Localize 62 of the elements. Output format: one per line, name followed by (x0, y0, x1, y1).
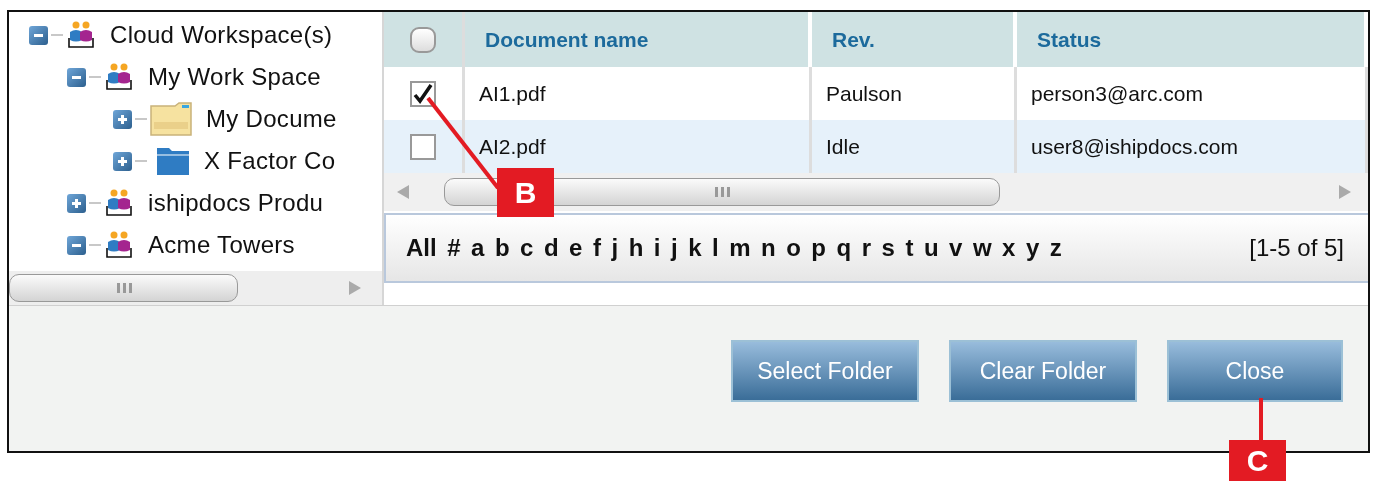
filter-letter-link[interactable]: k (688, 234, 702, 262)
folder-icon (150, 102, 192, 136)
filter-letter-link[interactable]: j (670, 234, 678, 262)
tree-item[interactable]: Cloud Workspace(s) (110, 21, 333, 49)
filter-letter-link[interactable]: x (1002, 234, 1016, 262)
filter-letter-link[interactable]: y (1025, 234, 1040, 262)
row-checkbox[interactable] (410, 80, 436, 107)
expand-icon[interactable] (67, 193, 86, 213)
select-all-checkbox[interactable] (410, 26, 436, 53)
people-icon (104, 230, 134, 260)
collapse-icon[interactable] (67, 67, 86, 87)
row-checkbox[interactable] (410, 133, 436, 160)
filter-letter-link[interactable]: s (881, 234, 895, 262)
filter-letter-link[interactable]: # (447, 234, 461, 262)
filter-letter-link[interactable]: z (1049, 234, 1062, 262)
expand-icon[interactable] (113, 151, 132, 171)
tree-item[interactable]: My Docume (206, 105, 337, 133)
filter-letter-link[interactable]: r (861, 234, 872, 262)
filter-letter-link[interactable]: m (729, 234, 751, 262)
filter-letter-link[interactable]: v (949, 234, 963, 262)
grip-icon (114, 282, 133, 294)
filter-letter-link[interactable]: u (923, 234, 939, 262)
filter-letter-link[interactable]: q (836, 234, 852, 262)
filter-letter-link[interactable]: h (628, 234, 644, 262)
filter-letter-link[interactable]: All (406, 234, 437, 262)
filter-letter-link[interactable]: c (520, 234, 534, 262)
tree-item[interactable]: X Factor Co (204, 147, 336, 175)
filter-letter-link[interactable]: a (471, 234, 485, 262)
table-cell: AI2.pdf (465, 120, 812, 173)
filter-letter-link[interactable]: n (761, 234, 776, 262)
filter-letter-link[interactable]: l (712, 234, 719, 262)
scrollbar-thumb[interactable] (9, 274, 238, 302)
record-count: [1-5 of 5] (1249, 234, 1344, 262)
table-cell: user8@ishipdocs.com (1017, 120, 1368, 173)
filter-letter-link[interactable]: t (905, 234, 914, 262)
collapse-icon[interactable] (67, 235, 86, 255)
tree-item[interactable]: My Work Space (148, 63, 321, 91)
filter-letter-link[interactable]: o (786, 234, 801, 262)
scrollbar-thumb[interactable] (444, 178, 1000, 206)
table-cell: Idle (812, 120, 1017, 173)
collapse-icon[interactable] (29, 25, 48, 45)
callout-label: C (1229, 440, 1286, 481)
filter-letter-link[interactable]: d (543, 234, 559, 262)
callout-label: B (497, 168, 554, 217)
leader-line (1258, 398, 1264, 442)
filter-letter-link[interactable]: p (811, 234, 827, 262)
filter-letter-link[interactable]: i (653, 234, 661, 262)
expand-icon[interactable] (113, 109, 132, 129)
filter-letter-link[interactable]: f (592, 234, 601, 262)
horizontal-scrollbar[interactable] (384, 173, 1368, 211)
grip-icon (713, 186, 731, 198)
horizontal-scrollbar[interactable] (9, 271, 382, 305)
people-icon (104, 62, 134, 92)
tree-item[interactable]: Acme Towers (148, 231, 295, 259)
filter-letter-link[interactable]: b (494, 234, 510, 262)
filter-letter-link[interactable]: e (569, 234, 583, 262)
folder-icon (156, 146, 190, 176)
filter-letter-link[interactable]: j (611, 234, 619, 262)
filter-letter-link[interactable]: w (972, 234, 992, 262)
tree-item[interactable]: ishipdocs Produ (148, 189, 324, 217)
people-icon (66, 20, 96, 50)
people-icon (104, 188, 134, 218)
